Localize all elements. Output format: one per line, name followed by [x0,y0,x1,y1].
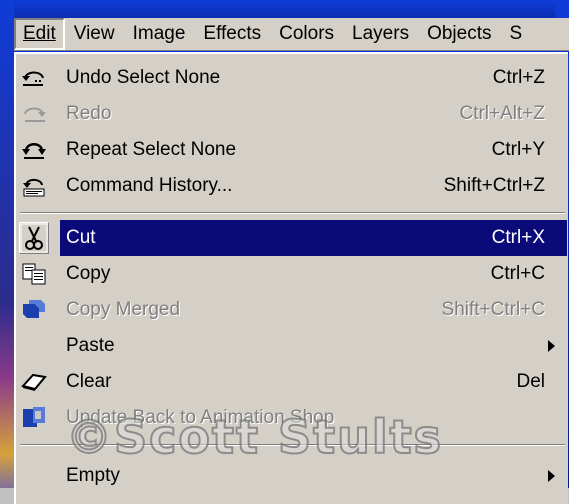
animation-shop-icon [16,400,52,436]
history-icon [16,168,52,204]
menu-separator [20,212,565,214]
menu-item-shortcut: Shift+Ctrl+C [441,299,545,320]
menu-item-icon-placeholder [16,328,52,364]
menu-view-label: View [73,23,115,44]
menu-layers[interactable]: Layers [343,20,418,48]
menu-item-command-history[interactable]: Command History... Shift+Ctrl+Z [16,168,567,204]
menu-item-label: Clear [66,371,112,392]
menu-view[interactable]: View [65,20,124,48]
menu-item-shortcut: Shift+Ctrl+Z [443,175,545,196]
menu-image[interactable]: Image [124,20,195,48]
menu-edit[interactable]: Edit [14,18,65,50]
menu-item-shortcut: Ctrl+Z [492,67,545,88]
menu-item-clear[interactable]: Clear Del [16,364,567,400]
menu-selections-partial[interactable]: S [501,20,532,48]
menu-item-icon-placeholder [16,458,52,494]
menu-item-paste[interactable]: Paste [16,328,567,364]
menu-item-label: Copy Merged [66,299,181,320]
menu-item-copy[interactable]: Copy Ctrl+C [16,256,567,292]
menu-effects-label: Effects [203,23,262,44]
menu-bar: Edit View Image Effects Colors Layers Ob… [14,18,569,51]
menu-selections-label: S [509,23,523,44]
menu-item-copy-merged[interactable]: Copy Merged Shift+Ctrl+C [16,292,567,328]
copy-icon [16,256,52,292]
menu-layers-label: Layers [352,23,410,44]
menu-item-label: Cut [66,227,96,248]
menu-item-repeat[interactable]: Repeat Select None Ctrl+Y [16,132,567,168]
edit-menu-dropdown: Undo Select None Ctrl+Z Redo Ctrl+Alt+Z … [14,52,568,504]
menu-separator [20,444,565,446]
menu-item-label: Redo [66,103,112,124]
menu-image-label: Image [132,23,186,44]
menu-item-label: Repeat Select None [66,139,237,160]
menu-item-redo[interactable]: Redo Ctrl+Alt+Z [16,96,567,132]
menu-item-shortcut: Del [516,371,545,392]
menu-colors[interactable]: Colors [270,20,343,48]
menu-item-empty[interactable]: Empty [16,458,567,494]
menu-item-label: Undo Select None [66,67,221,88]
menu-effects[interactable]: Effects [194,20,270,48]
menu-item-cut[interactable]: Cut Ctrl+X [16,220,567,256]
menu-item-update-animation-shop[interactable]: Update Back to Animation Shop [16,400,567,436]
copy-merged-icon [16,292,52,328]
eraser-icon [16,364,52,400]
menu-item-label: Command History... [66,175,233,196]
submenu-arrow-icon [548,470,555,482]
submenu-arrow-icon [548,340,555,352]
menu-objects[interactable]: Objects [418,20,500,48]
redo-icon [16,96,52,132]
window-background-left [0,0,14,504]
undo-icon [16,60,52,96]
menu-item-label: Paste [66,335,115,356]
menu-objects-label: Objects [427,23,492,44]
menu-colors-label: Colors [279,23,335,44]
menu-item-label: Empty [66,465,120,486]
menu-item-label: Copy [66,263,111,284]
menu-item-shortcut: Ctrl+Y [491,139,545,160]
menu-edit-label: Edit [23,23,56,44]
menu-item-shortcut: Ctrl+X [491,227,545,248]
menu-item-label: Update Back to Animation Shop [66,407,335,428]
scissors-icon [16,220,52,256]
repeat-icon [16,132,52,168]
menu-item-shortcut: Ctrl+Alt+Z [459,103,545,124]
menu-item-shortcut: Ctrl+C [490,263,545,284]
menu-item-undo[interactable]: Undo Select None Ctrl+Z [16,60,567,96]
